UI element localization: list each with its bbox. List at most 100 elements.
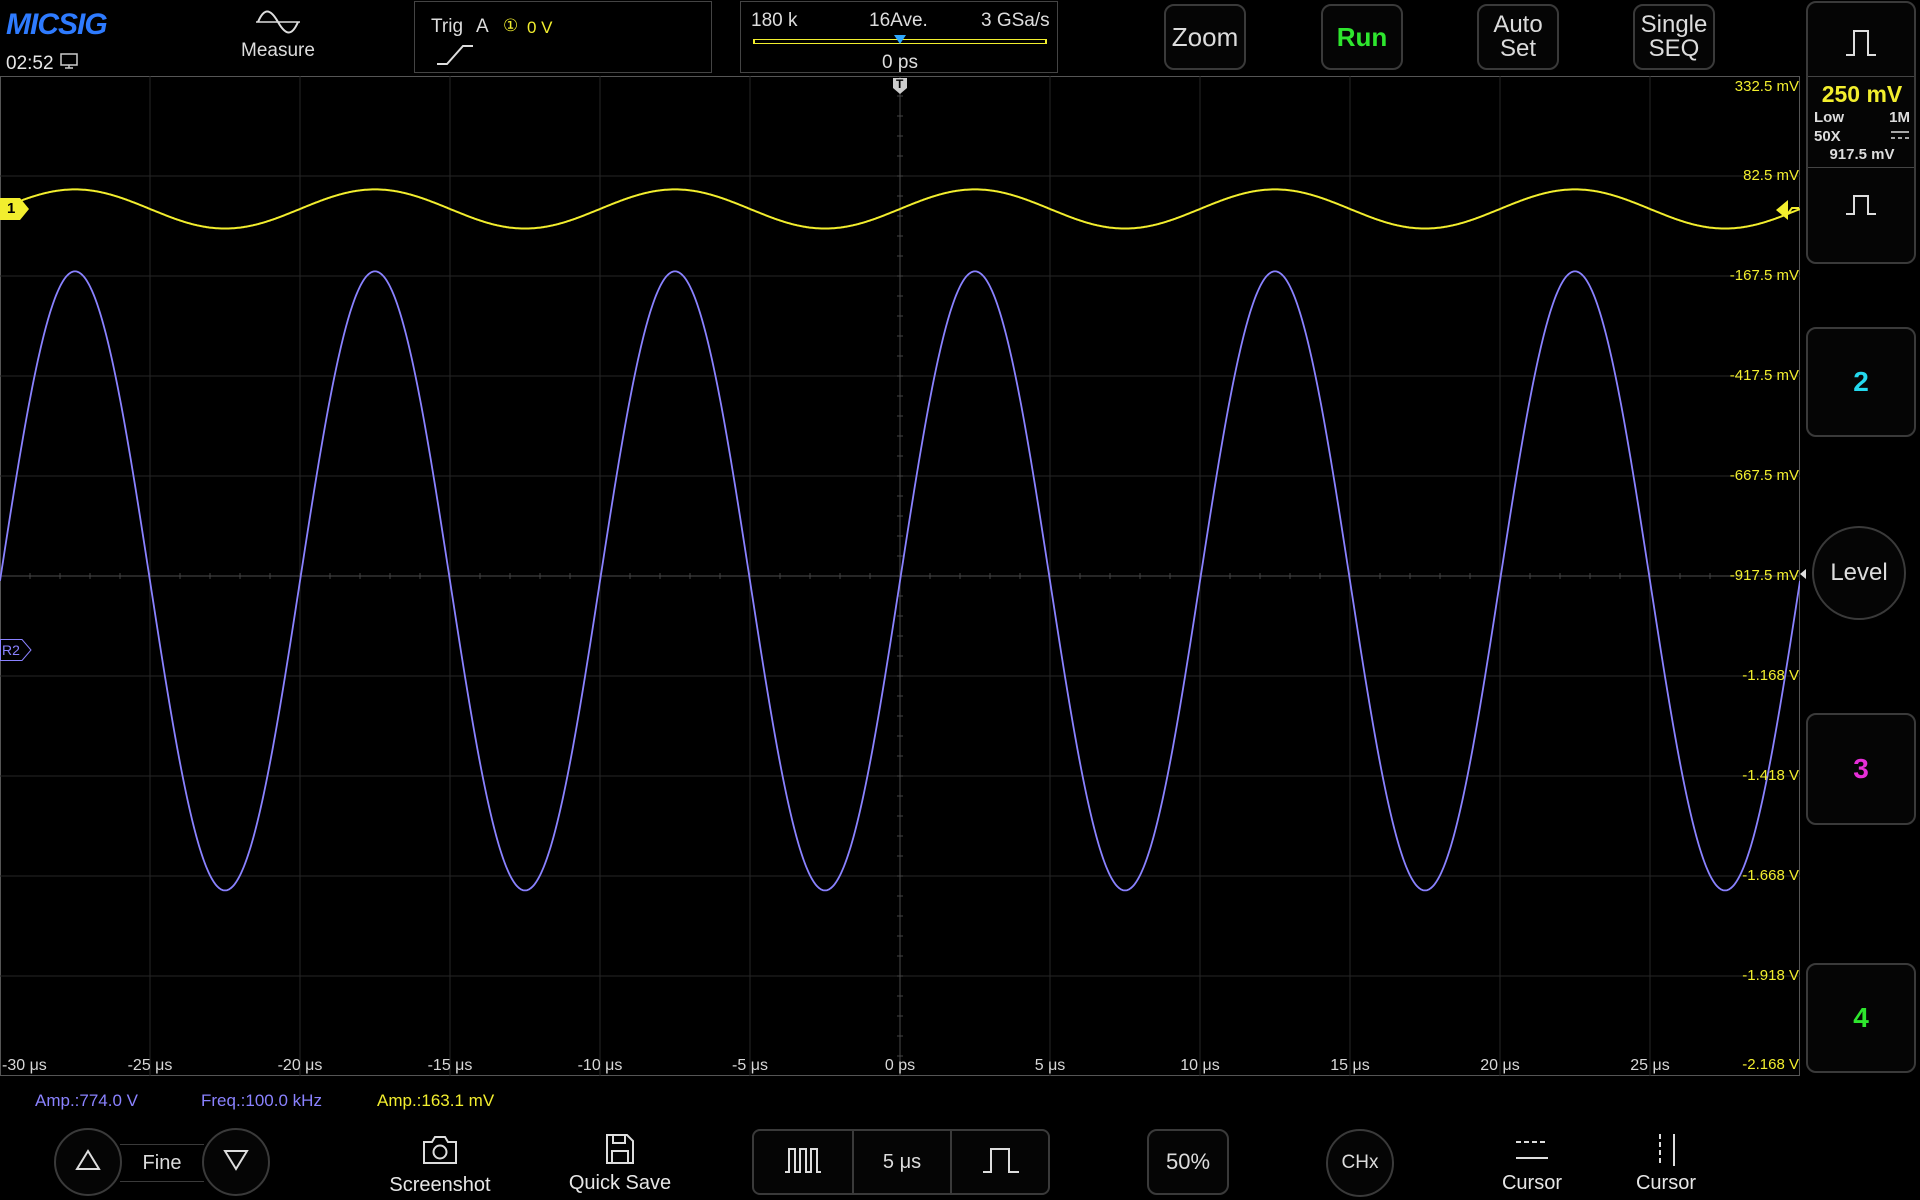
- triangle-up-icon: [75, 1148, 101, 1176]
- ch1-scale: 250 mV: [1821, 81, 1903, 107]
- ch1-probe: 50X: [1814, 128, 1841, 145]
- y-axis-label: 332.5 mV: [1734, 78, 1799, 95]
- measurement-amplitude-ref[interactable]: Amp.:774.0 V: [35, 1091, 138, 1111]
- ch3-button[interactable]: 3: [1806, 713, 1916, 825]
- auto-set-label-2: Set: [1499, 35, 1537, 62]
- quick-save-button[interactable]: Quick Save: [560, 1130, 680, 1196]
- measure-button[interactable]: Measure: [228, 6, 328, 72]
- average-count: 16Ave.: [869, 10, 928, 31]
- auto-set-button[interactable]: Auto Set: [1477, 4, 1559, 70]
- screen-icon: [59, 52, 81, 76]
- trigger-level-marker[interactable]: [1776, 198, 1800, 222]
- rising-edge-icon: [435, 40, 475, 73]
- level-label: Level: [1830, 559, 1888, 586]
- fine-decrease-button[interactable]: [202, 1128, 270, 1196]
- ch2-button[interactable]: 2: [1806, 327, 1916, 437]
- ch3-label: 3: [1853, 753, 1869, 784]
- vertical-cursor-button[interactable]: Cursor: [1626, 1132, 1706, 1198]
- clock-time: 02:52: [6, 53, 54, 75]
- ch1-offset: 917.5 mV: [1829, 146, 1895, 163]
- timebase-label: 5 μs: [882, 1150, 922, 1173]
- horizontal-cursor-icon: [1514, 1138, 1550, 1167]
- single-seq-button[interactable]: Single SEQ: [1633, 4, 1715, 70]
- fifty-percent-button[interactable]: 50%: [1147, 1129, 1229, 1195]
- x-axis-label: 0 ps: [884, 1057, 916, 1074]
- x-axis-label: 25 μs: [1630, 1057, 1670, 1074]
- y-axis-label: -1.168 V: [1742, 667, 1799, 684]
- x-axis-label: -30 μs: [2, 1057, 47, 1074]
- run-button[interactable]: Run: [1321, 4, 1403, 70]
- x-axis-label: -25 μs: [127, 1057, 173, 1074]
- x-axis-label: 10 μs: [1180, 1057, 1220, 1074]
- measurement-frequency[interactable]: Freq.:100.0 kHz: [201, 1091, 322, 1111]
- y-axis-label: -1.918 V: [1742, 967, 1799, 984]
- vertical-cursor-label: Cursor: [1635, 1172, 1697, 1194]
- trigger-label: Trig: [431, 16, 464, 37]
- acquisition-panel[interactable]: 180 k 16Ave. 3 GSa/s 0 ps: [740, 1, 1058, 73]
- y-axis-label: -1.668 V: [1742, 867, 1799, 884]
- measure-label: Measure: [241, 40, 315, 61]
- pulse-small-icon: [1844, 192, 1878, 221]
- horizontal-delay: 0 ps: [882, 52, 918, 73]
- trigger-channel-marker: ①: [503, 16, 519, 35]
- fine-label: Fine: [142, 1151, 182, 1174]
- zoom-button[interactable]: Zoom: [1164, 4, 1246, 70]
- camera-icon: [420, 1134, 460, 1171]
- ch4-button[interactable]: 4: [1806, 963, 1916, 1073]
- fine-increase-button[interactable]: [54, 1128, 122, 1196]
- save-icon: [604, 1132, 636, 1171]
- ref2-offset-marker[interactable]: R2: [0, 639, 32, 661]
- dc-coupling-icon: [1890, 127, 1910, 146]
- pulse-icon: [1844, 29, 1878, 62]
- timebase-faster-button[interactable]: [754, 1131, 854, 1193]
- waveform-canvas[interactable]: [0, 76, 1800, 1076]
- ch1-bandwidth: Low: [1814, 109, 1844, 126]
- ch1-offset-marker[interactable]: 1: [0, 198, 30, 220]
- y-axis-label: 82.5 mV: [1743, 167, 1799, 184]
- trigger-source: A: [476, 16, 489, 37]
- offset-level-arrow: [1800, 569, 1806, 579]
- ch1-marker-text: 1: [7, 200, 16, 217]
- ch1-settings[interactable]: 250 mV Low 1M 50X 917.5 mV: [1808, 76, 1914, 168]
- single-label-2: SEQ: [1648, 35, 1700, 62]
- auto-set-label-1: Auto: [1493, 11, 1543, 38]
- screenshot-label: Screenshot: [389, 1174, 491, 1196]
- x-axis-label: 5 μs: [1034, 1057, 1066, 1074]
- level-button[interactable]: Level: [1812, 526, 1906, 620]
- y-axis-label: -167.5 mV: [1729, 267, 1799, 284]
- horizontal-cursor-button[interactable]: Cursor: [1492, 1132, 1572, 1198]
- trigger-panel[interactable]: Trig A ① 0 V: [414, 1, 712, 73]
- ch2-label: 2: [1853, 366, 1869, 397]
- quick-save-label: Quick Save: [568, 1172, 672, 1194]
- timebase-group: 5 μs: [752, 1129, 1050, 1195]
- fifty-percent-label: 50%: [1165, 1149, 1211, 1174]
- memory-depth: 180 k: [751, 10, 798, 31]
- screenshot-button[interactable]: Screenshot: [380, 1132, 500, 1198]
- ch1-impedance: 1M: [1889, 109, 1910, 126]
- x-axis-label: 20 μs: [1480, 1057, 1520, 1074]
- trigger-position-marker[interactable]: T: [892, 77, 908, 95]
- sine-wave-icon: [228, 6, 328, 40]
- horizontal-cursor-label: Cursor: [1501, 1172, 1563, 1194]
- wide-pulse-icon: [981, 1146, 1021, 1179]
- memory-position-marker[interactable]: [894, 35, 906, 44]
- x-axis-label: 15 μs: [1330, 1057, 1370, 1074]
- ch4-label: 4: [1853, 1002, 1869, 1033]
- measurement-amplitude-ch1[interactable]: Amp.:163.1 mV: [377, 1091, 494, 1111]
- y-axis-label: -917.5 mV: [1729, 567, 1799, 584]
- ch1-panel[interactable]: 250 mV Low 1M 50X 917.5 mV: [1806, 1, 1916, 264]
- channel-select-button[interactable]: CHx: [1326, 1129, 1394, 1197]
- trigger-marker-text: T: [896, 77, 904, 91]
- sample-rate: 3 GSa/s: [981, 10, 1050, 31]
- trigger-level: 0 V: [527, 18, 553, 37]
- timebase-value[interactable]: 5 μs: [852, 1131, 952, 1193]
- timebase-slower-button[interactable]: [950, 1131, 1050, 1193]
- fine-toggle[interactable]: Fine: [120, 1144, 204, 1182]
- run-label: Run: [1336, 21, 1388, 52]
- fine-adjust-group: Fine: [54, 1128, 270, 1196]
- triangle-down-icon: [223, 1149, 249, 1176]
- ref2-marker-text: R2: [2, 642, 20, 658]
- y-axis-label: -667.5 mV: [1729, 467, 1799, 484]
- x-axis-label: -10 μs: [577, 1057, 623, 1074]
- vertical-cursor-icon: [1652, 1132, 1682, 1173]
